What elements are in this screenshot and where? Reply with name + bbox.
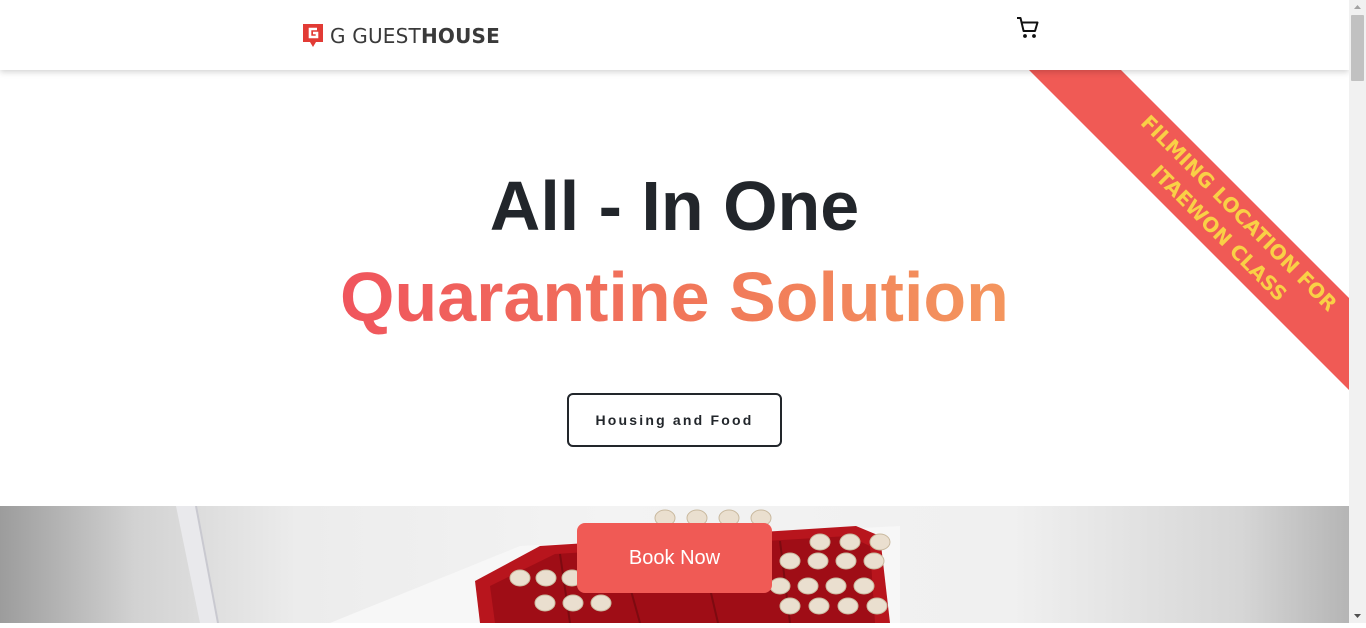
pill [809,533,831,551]
pill [535,569,557,587]
site-logo[interactable]: G GUESTHOUSE [302,23,500,48]
scrollbar-thumb[interactable] [1351,15,1364,81]
pill [837,597,859,615]
pill [779,552,801,570]
pill [825,577,847,595]
pill [590,594,612,612]
site-header: G GUESTHOUSE [0,0,1349,70]
logo-text-light: G GUEST [330,23,421,48]
vertical-scrollbar[interactable] [1349,0,1366,623]
housing-and-food-button[interactable]: Housing and Food [567,393,782,447]
book-now-button[interactable]: Book Now [577,523,772,593]
pill [779,597,801,615]
pill [509,569,531,587]
pill [839,533,861,551]
pill [863,552,885,570]
g-logo-icon [302,23,324,48]
pill [534,594,556,612]
hero-subtitle-text: Quarantine Solution [340,258,1009,336]
pill [562,594,584,612]
pill [797,577,819,595]
pill [853,577,875,595]
ribbon-line-1: FILMING LOCATION FOR [1136,110,1342,316]
page: G GUESTHOUSE All - In One Quarantine Sol… [0,0,1349,623]
scroll-down-arrow-icon[interactable] [1349,608,1366,623]
filming-location-ribbon: FILMING LOCATION FOR ITAEWON CLASS [1029,70,1349,390]
pill [869,533,891,551]
scroll-up-arrow-icon[interactable] [1349,0,1366,15]
pill [807,552,829,570]
pill [769,577,791,595]
shopping-cart-icon[interactable] [1016,16,1040,40]
pill [808,597,830,615]
logo-text-bold: HOUSE [420,23,500,48]
logo-text: G GUESTHOUSE [330,24,500,48]
pill [866,597,888,615]
pill [835,552,857,570]
